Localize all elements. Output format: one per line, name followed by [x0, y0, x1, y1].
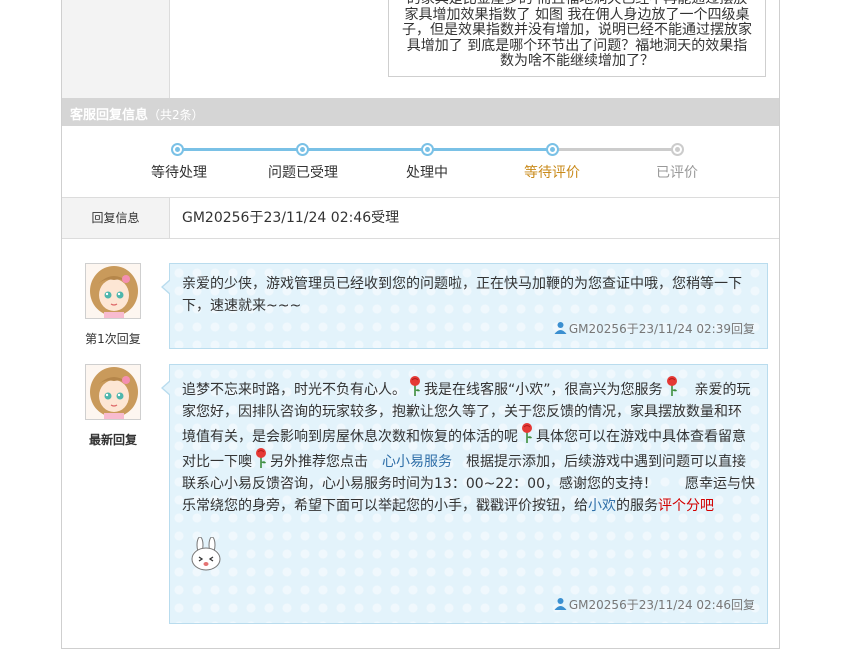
section-title: 客服回复信息（共2条）: [70, 104, 204, 123]
service-link[interactable]: 心小易服务: [382, 454, 452, 470]
reply-info-value: GM20256于23/11/24 02:46受理: [182, 210, 400, 226]
reply-1-label: 第1次回复: [85, 332, 141, 346]
step-label-waiting: 等待处理: [151, 165, 207, 181]
reply-1-signature: GM20256于23/11/24 02:39回复: [554, 320, 755, 337]
question-label-cell: [62, 0, 170, 98]
rabbit-sticker-icon: [186, 536, 226, 573]
user-icon: [554, 597, 567, 610]
reply-1-signature-text: GM20256于23/11/24 02:39回复: [568, 322, 755, 336]
rose-icon: [254, 448, 268, 468]
progress-tracker: 等待处理 问题已受理 处理中 等待评价 已评价: [62, 126, 779, 198]
rose-icon: [665, 376, 679, 396]
reply-2-label: 最新回复: [88, 433, 137, 447]
step-dot-4: [546, 143, 559, 156]
reply-1-text: 亲爱的少侠，游戏管理员已经收到您的问题啦，正在快马加鞭的为您查证中哦，您稍等一下…: [182, 276, 742, 314]
progress-track-pending: [552, 148, 677, 151]
step-dot-5: [671, 143, 684, 156]
rose-icon: [408, 376, 422, 396]
step-label-awaiting-rating: 等待评价: [524, 165, 580, 181]
reply-2-text-part: 另外推荐您点击: [270, 454, 368, 470]
rose-icon: [520, 423, 534, 443]
step-label-accepted: 问题已受理: [268, 165, 338, 181]
question-content-box: 的家具是比金屋多的 而且福地洞天已经不再能通过摆放家具增加效果指数了 如图 我在…: [388, 0, 766, 77]
step-dot-3: [421, 143, 434, 156]
step-label-rated: 已评价: [656, 165, 698, 181]
question-text: 的家具是比金屋多的 而且福地洞天已经不再能通过摆放家具增加效果指数了 如图 我在…: [402, 0, 752, 69]
reply-2-bubble: 追梦不忘来时路，时光不负有心人。 我是在线客服“小欢”，很高兴为您服务 亲爱的玩家…: [161, 364, 768, 624]
reply-2-text-part: 追梦不忘来时路，时光不负有心人。: [182, 382, 406, 398]
user-icon: [554, 321, 567, 334]
reply-2-signature-text: GM20256于23/11/24 02:46回复: [568, 598, 755, 612]
reply-2-signature: GM20256于23/11/24 02:46回复: [554, 596, 755, 613]
reply-1-bubble: 亲爱的少侠，游戏管理员已经收到您的问题啦，正在快马加鞭的为您查证中哦，您稍等一下…: [161, 263, 768, 349]
progress-track-done: [178, 148, 552, 151]
rate-prompt: 评个分吧: [658, 498, 714, 514]
section-title-text: 客服回复信息: [70, 108, 149, 123]
section-header: 客服回复信息（共2条）: [62, 98, 779, 126]
step-dot-1: [171, 143, 184, 156]
avatar: [85, 263, 141, 319]
reply-count: （共2条）: [148, 108, 204, 122]
reply-2-text-part: 我是在线客服“小欢”，很高兴为您服务: [424, 382, 663, 398]
step-label-processing: 处理中: [406, 165, 448, 181]
agent-name: 小欢: [588, 498, 616, 514]
step-dot-2: [296, 143, 309, 156]
avatar: [85, 364, 141, 420]
girl-avatar-icon: [86, 264, 140, 318]
reply-2-text-part: 的服务: [616, 498, 658, 514]
reply-2-text: 追梦不忘来时路，时光不负有心人。 我是在线客服“小欢”，很高兴为您服务 亲爱的玩家…: [182, 376, 755, 517]
reply-info-key: 回复信息: [62, 198, 170, 238]
ticket-detail-panel: 的家具是比金屋多的 而且福地洞天已经不再能通过摆放家具增加效果指数了 如图 我在…: [61, 0, 780, 649]
reply-info-row: 回复信息 GM20256于23/11/24 02:46受理: [62, 198, 779, 239]
girl-avatar-icon: [86, 365, 140, 419]
